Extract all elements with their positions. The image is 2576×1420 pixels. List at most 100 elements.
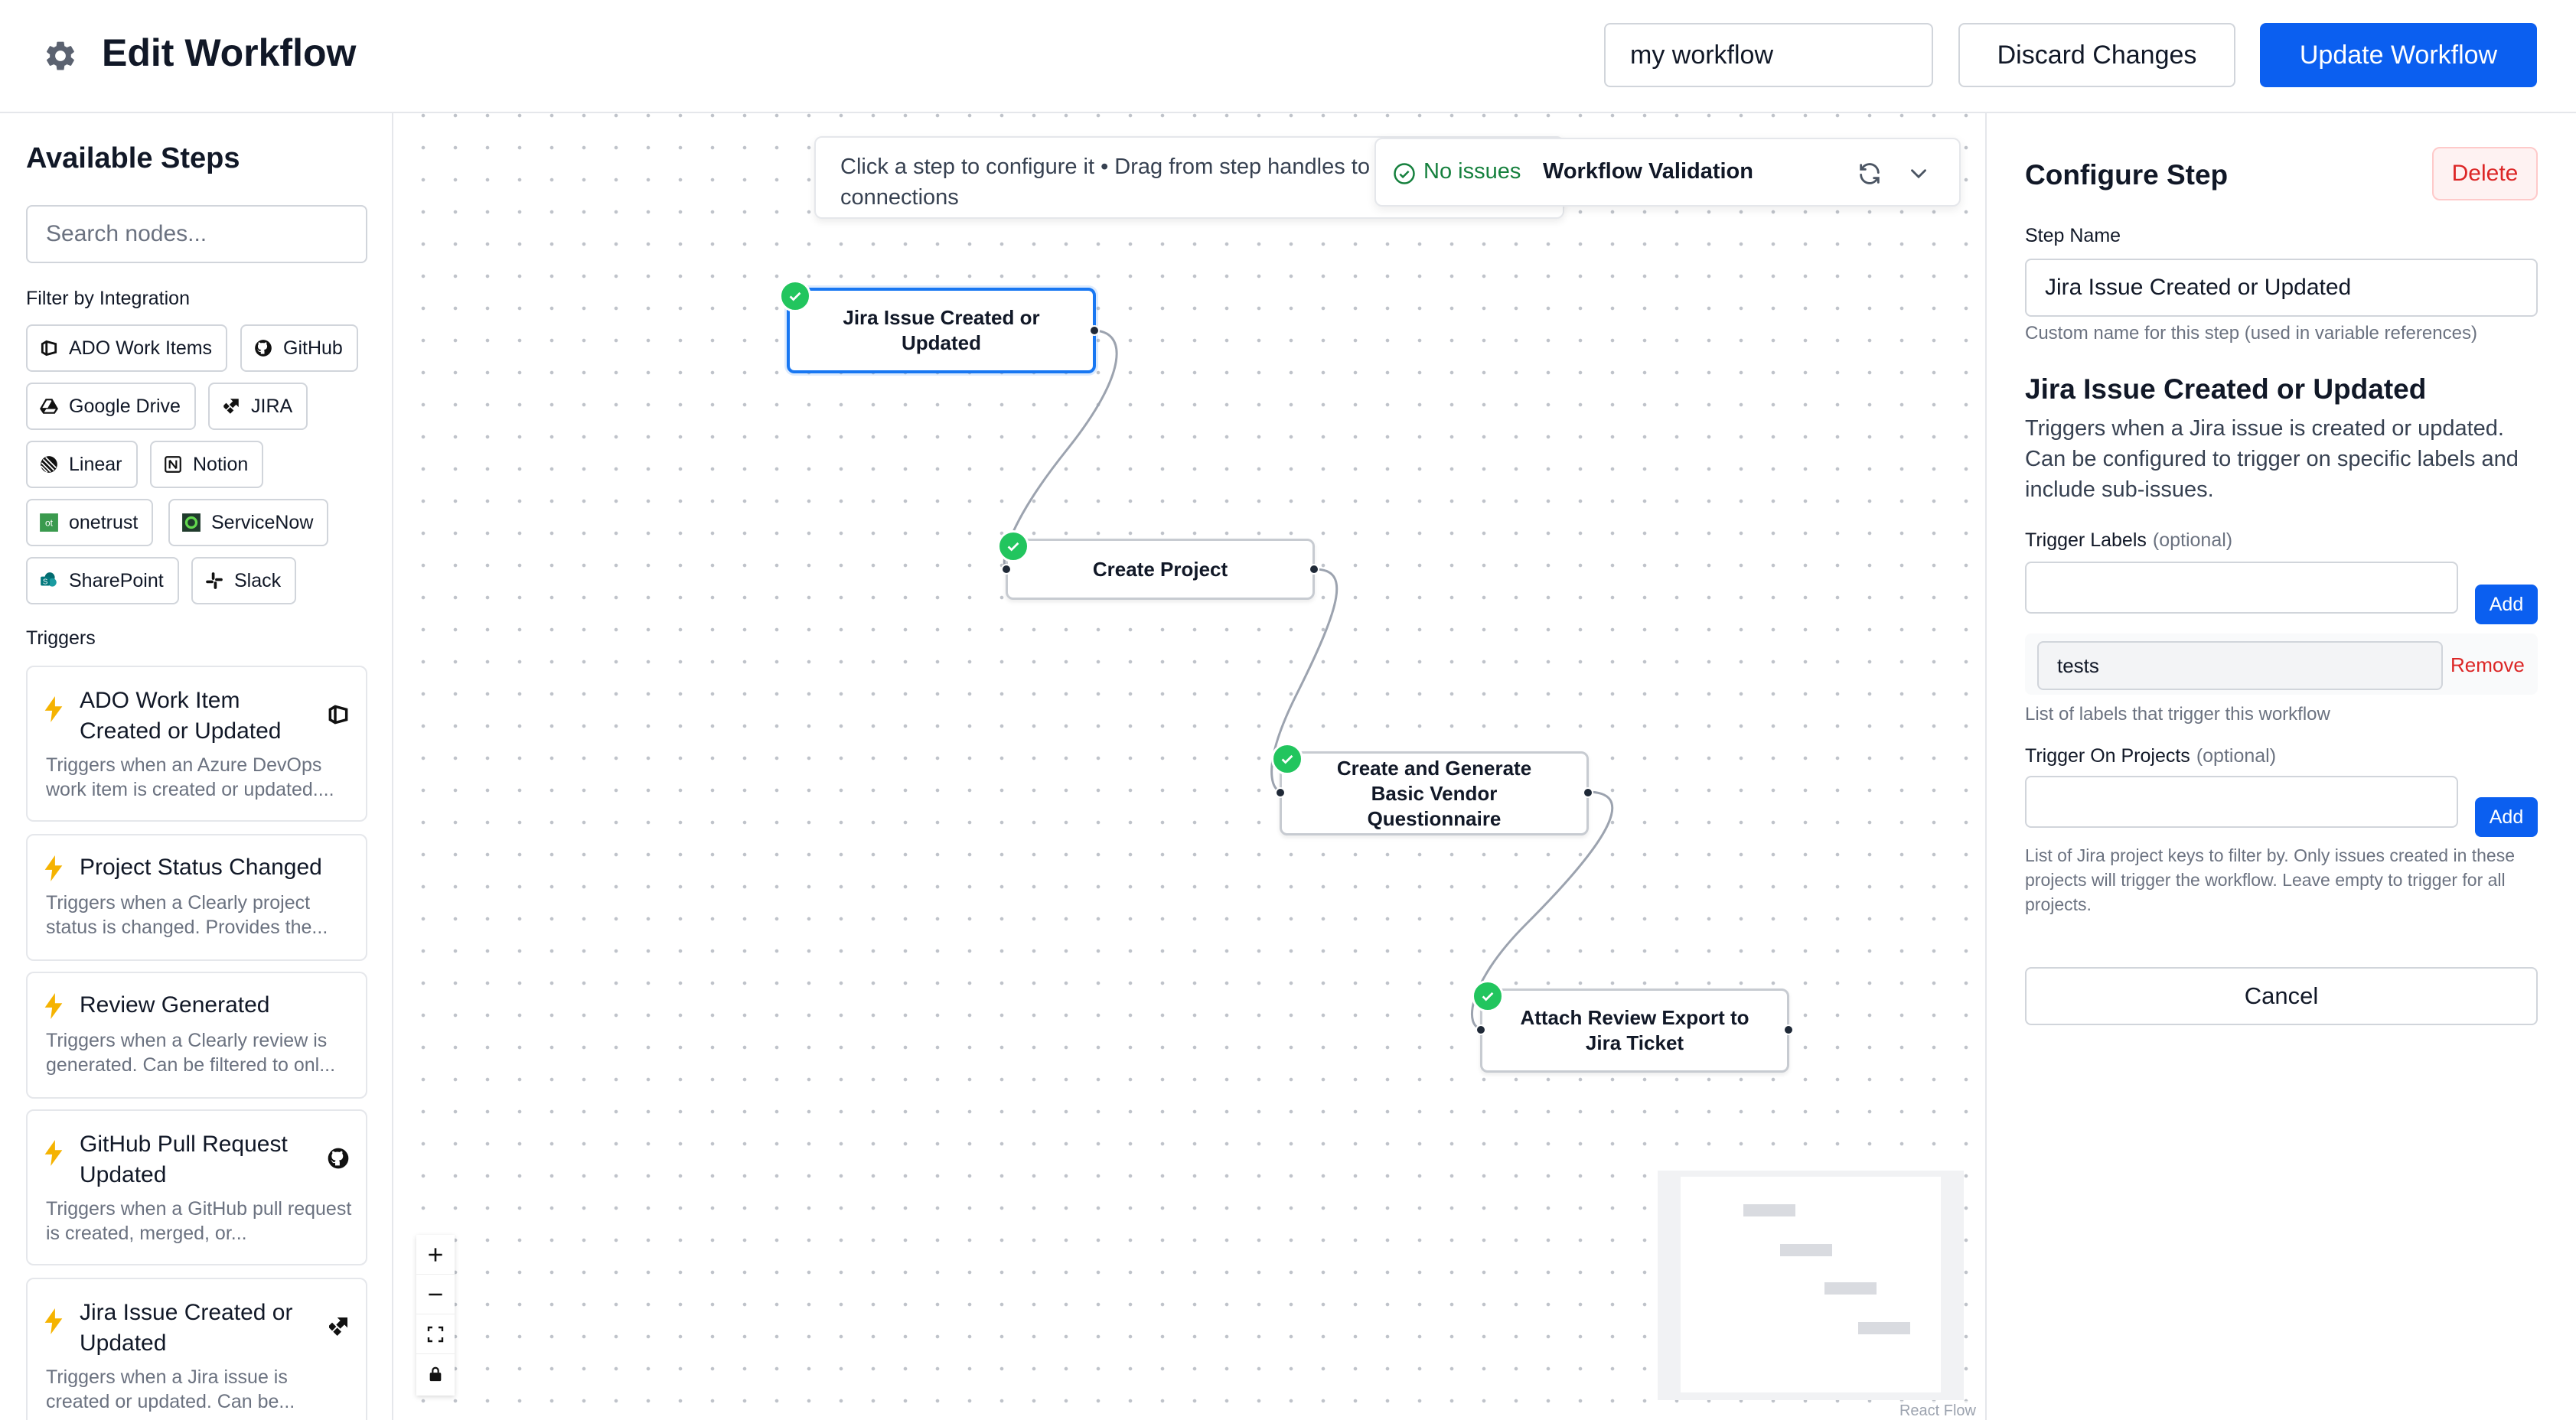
chip-label: Linear (69, 453, 122, 475)
node-label: Create and Generate Basic Vendor Questio… (1336, 756, 1532, 830)
node-input-handle[interactable] (1475, 1024, 1486, 1035)
filter-chip-ado[interactable]: ADO Work Items (26, 324, 228, 372)
minimap[interactable] (1658, 1171, 1964, 1400)
chip-label: GitHub (283, 337, 343, 359)
label-value[interactable]: tests (2037, 641, 2443, 690)
lock-button[interactable] (416, 1354, 455, 1394)
lock-icon (429, 1366, 442, 1382)
workflow-validation-panel[interactable]: No issues Workflow Validation (1374, 138, 1961, 207)
trigger-labels-label-text: Trigger Labels (2025, 529, 2147, 551)
configure-step-panel: Configure Step Delete Step Name Custom n… (1985, 113, 2576, 1420)
filter-chip-sharepoint[interactable]: S SharePoint (26, 557, 179, 604)
chevron-down-icon[interactable] (1906, 161, 1932, 187)
lightning-bolt-icon (44, 1140, 63, 1166)
trigger-projects-label: Trigger On Projects (optional) (2025, 745, 2276, 767)
page-title: Edit Workflow (102, 31, 357, 74)
cancel-button[interactable]: Cancel (2025, 967, 2538, 1025)
filter-chip-linear[interactable]: Linear (26, 441, 138, 488)
configure-step-title: Configure Step (2025, 159, 2229, 191)
validation-status: No issues (1423, 159, 1521, 184)
plus-icon (429, 1247, 442, 1262)
node-output-handle[interactable] (1309, 564, 1319, 575)
step-name-input[interactable] (2025, 259, 2538, 317)
filter-chip-servicenow[interactable]: ServiceNow (168, 499, 329, 546)
filter-chip-slack[interactable]: Slack (191, 557, 297, 604)
step-type-description: Triggers when a Jira issue is created or… (2025, 416, 2519, 502)
filter-chip-jira[interactable]: JIRA (208, 383, 308, 430)
workflow-node-create-project[interactable]: Create Project (997, 530, 1319, 600)
node-output-handle[interactable] (1783, 1024, 1794, 1035)
node-output-handle[interactable] (1089, 325, 1100, 336)
chip-label: Notion (193, 453, 249, 475)
chip-label: Google Drive (69, 395, 181, 417)
trigger-card-ado[interactable]: ADO Work Item Created or Updated Trigger… (26, 666, 367, 822)
react-flow-attribution[interactable]: React Flow (1894, 1401, 1981, 1420)
remove-label-button[interactable]: Remove (2450, 653, 2525, 677)
trigger-card-jira[interactable]: Jira Issue Created or Updated Triggers w… (26, 1278, 367, 1420)
trigger-label-input[interactable] (2025, 562, 2458, 614)
minimap-node (1858, 1322, 1910, 1334)
minimap-node (1743, 1204, 1795, 1216)
slack-icon (204, 570, 225, 591)
node-output-handle[interactable] (1583, 787, 1593, 798)
fit-view-icon (427, 1326, 444, 1342)
add-label-button[interactable]: Add (2475, 585, 2538, 624)
zoom-in-button[interactable] (416, 1235, 455, 1275)
filter-chip-onetrust[interactable]: ot onetrust (26, 499, 154, 546)
trigger-card-github-pr[interactable]: GitHub Pull Request Updated Triggers whe… (26, 1109, 367, 1265)
check-circle-icon (1394, 163, 1415, 184)
workflow-name-input[interactable] (1604, 23, 1933, 87)
minimap-viewport (1681, 1177, 1941, 1392)
zoom-out-button[interactable] (416, 1275, 455, 1314)
workflow-node-attach-review[interactable]: Attach Review Export to Jira Ticket (1472, 980, 1794, 1073)
check-badge-icon (1472, 980, 1504, 1012)
delete-step-button[interactable]: Delete (2432, 147, 2538, 200)
label-item: tests Remove (2025, 633, 2538, 695)
chip-label: SharePoint (69, 569, 164, 591)
azure-devops-icon (328, 705, 348, 725)
check-badge-icon (997, 530, 1029, 562)
trigger-title: Project Status Changed (80, 855, 322, 880)
sidebar-title: Available Steps (26, 142, 240, 174)
filter-chip-google-drive[interactable]: Google Drive (26, 383, 196, 430)
node-input-handle[interactable] (1001, 564, 1012, 575)
node-input-handle[interactable] (1275, 787, 1286, 798)
linear-icon (38, 454, 60, 475)
svg-text:ot: ot (45, 517, 54, 528)
filter-chip-github[interactable]: GitHub (240, 324, 358, 372)
trigger-card-review-generated[interactable]: Review Generated Triggers when a Clearly… (26, 972, 367, 1099)
discard-changes-button[interactable]: Discard Changes (1958, 23, 2235, 87)
trigger-title: Jira Issue Created or Updated (80, 1300, 293, 1356)
trigger-description: Triggers when a GitHub pull request is c… (46, 1198, 352, 1244)
lightning-bolt-icon (44, 696, 63, 722)
trigger-projects-label-text: Trigger On Projects (2025, 745, 2190, 767)
filter-label: Filter by Integration (26, 288, 190, 309)
node-label: Attach Review Export to Jira Ticket (1520, 1006, 1749, 1054)
search-nodes-input[interactable] (26, 205, 367, 263)
refresh-icon[interactable] (1857, 161, 1883, 187)
chip-label: JIRA (251, 395, 293, 417)
chip-label: ServiceNow (211, 511, 314, 533)
trigger-description: Triggers when a Jira issue is created or… (46, 1366, 295, 1412)
step-type-heading: Jira Issue Created or Updated (2025, 373, 2427, 405)
add-project-button[interactable]: Add (2475, 797, 2538, 837)
optional-hint: (optional) (2152, 529, 2233, 551)
workflow-node-vendor-questionnaire[interactable]: Create and Generate Basic Vendor Questio… (1271, 743, 1593, 835)
trigger-description: Triggers when a Clearly review is genera… (46, 1030, 336, 1076)
step-name-help: Custom name for this step (used in varia… (2025, 323, 2477, 344)
triggers-label: Triggers (26, 627, 96, 649)
trigger-title: GitHub Pull Request Updated (80, 1132, 288, 1187)
trigger-project-input[interactable] (2025, 776, 2458, 828)
node-label: Jira Issue Created or Updated (843, 306, 1040, 354)
trigger-description: Triggers when a Clearly project status i… (46, 892, 328, 938)
update-workflow-button[interactable]: Update Workflow (2260, 23, 2537, 87)
fit-view-button[interactable] (416, 1314, 455, 1354)
workflow-node-jira-trigger[interactable]: Jira Issue Created or Updated (779, 280, 1100, 373)
github-icon (328, 1148, 349, 1169)
filter-chip-notion[interactable]: Notion (150, 441, 264, 488)
step-name-label: Step Name (2025, 225, 2121, 246)
workflow-canvas[interactable]: Click a step to configure it • Drag from… (393, 113, 1985, 1420)
jira-icon (329, 1317, 347, 1336)
trigger-description: Triggers when an Azure DevOps work item … (46, 754, 334, 800)
trigger-card-project-status[interactable]: Project Status Changed Triggers when a C… (26, 834, 367, 961)
